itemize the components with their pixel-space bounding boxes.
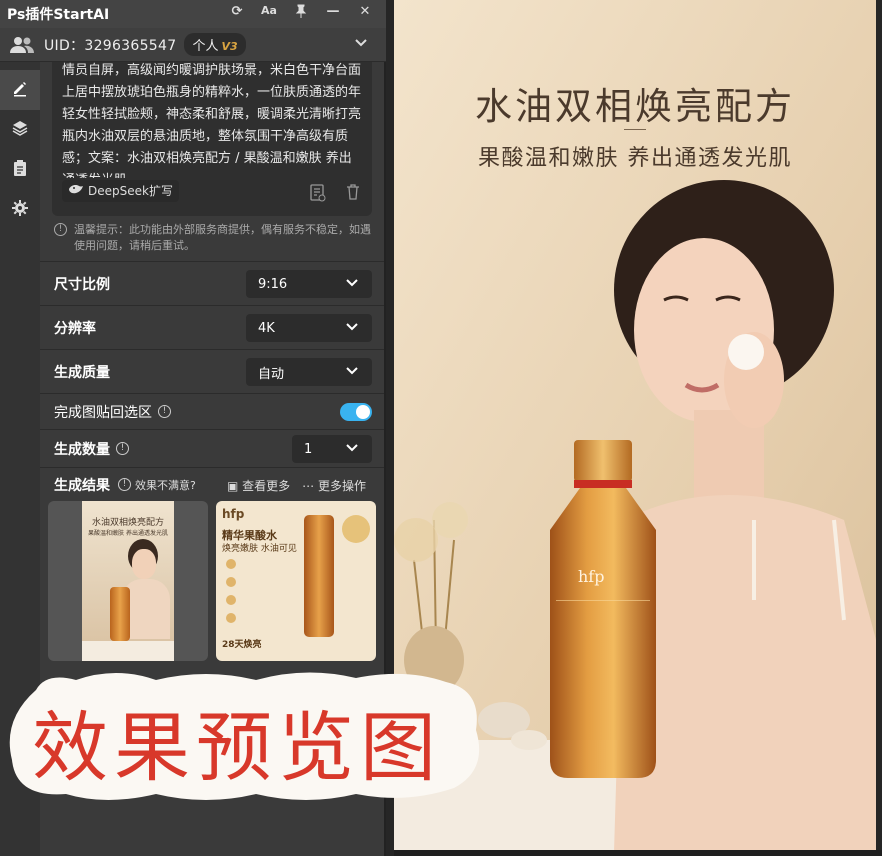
more-ops-link[interactable]: ⋯ 更多操作 bbox=[302, 477, 366, 494]
paste-back-label: 完成图贴回选区 bbox=[54, 404, 152, 421]
notice-text: 温馨提示：此功能由外部服务商提供，偶有服务不稳定，如遇使用问题，请稍后重试。 bbox=[74, 223, 371, 252]
nav-settings[interactable] bbox=[0, 190, 40, 230]
resolution-select[interactable]: 4K bbox=[246, 314, 372, 342]
thumb-1-title: 水油双相焕亮配方 bbox=[91, 518, 164, 528]
deepseek-expand-button[interactable]: DeepSeek扩写 bbox=[62, 180, 179, 202]
chevron-down-icon bbox=[346, 364, 358, 378]
count-select[interactable]: 1 bbox=[292, 435, 372, 463]
ratio-row: 尺寸比例 9:16 bbox=[40, 261, 384, 305]
thumb-1-bottle bbox=[110, 587, 130, 641]
quality-value: 自动 bbox=[258, 366, 285, 382]
bottle-brand: hfp bbox=[578, 567, 604, 586]
count-row: 生成数量 ! 1 bbox=[40, 429, 384, 467]
preview-title: 水油双相焕亮配方 bbox=[475, 85, 795, 128]
ratio-select[interactable]: 9:16 bbox=[246, 270, 372, 298]
thumb-1-subtitle: 果酸温和嫩肤 养出通透发光肌 bbox=[88, 530, 168, 537]
thumb-2-brand: hfp bbox=[222, 507, 245, 521]
resolution-value: 4K bbox=[258, 320, 275, 336]
chevron-down-icon[interactable] bbox=[354, 36, 368, 52]
result-thumbnail-2[interactable]: hfp 精华果酸水 焕亮嫩肤 水油可见 28天焕亮 bbox=[216, 501, 376, 661]
thumb-2-feature-dot bbox=[226, 595, 236, 605]
view-more-link[interactable]: ▣ 查看更多 bbox=[227, 477, 290, 494]
preview-label-text: 效果预览图 bbox=[32, 703, 442, 792]
font-size-icon[interactable]: Aa bbox=[260, 4, 278, 22]
results-bar: 生成结果 ! 效果不满意? ▣ 查看更多 ⋯ 更多操作 bbox=[40, 467, 384, 501]
users-icon bbox=[10, 35, 34, 55]
resolution-label: 分辨率 bbox=[54, 320, 96, 337]
ellipsis-icon: ⋯ bbox=[302, 479, 315, 493]
preview-label-overlay: 效果预览图 bbox=[6, 670, 484, 804]
count-value: 1 bbox=[304, 441, 313, 457]
prompt-actions bbox=[310, 184, 360, 209]
service-notice: ! 温馨提示：此功能由外部服务商提供，偶有服务不稳定，如遇使用问题，请稍后重试。 bbox=[54, 222, 374, 254]
preview-subtitle: 果酸温和嫩肤 养出通透发光肌 bbox=[478, 146, 792, 171]
clipboard-icon bbox=[12, 159, 28, 181]
history-icon[interactable] bbox=[310, 184, 326, 209]
user-bar[interactable]: UID：3296365547 个人 V3 bbox=[0, 28, 386, 62]
refresh-icon[interactable]: ⟳ bbox=[228, 4, 246, 22]
info-icon[interactable]: ! bbox=[116, 442, 129, 455]
info-icon[interactable]: ! bbox=[158, 405, 171, 418]
results-hint[interactable]: 效果不满意? bbox=[135, 477, 196, 493]
thumb-2-feature-dot bbox=[226, 559, 236, 569]
pin-icon[interactable] bbox=[292, 4, 310, 22]
plan-badge: 个人 V3 bbox=[184, 33, 246, 56]
title-bar-icons: ⟳ Aa — ✕ bbox=[228, 4, 374, 22]
chevron-down-icon bbox=[346, 441, 358, 455]
thumb-2-subtitle: 焕亮嫩肤 水油可见 bbox=[222, 544, 297, 554]
gear-icon bbox=[11, 199, 29, 221]
pencil-icon bbox=[11, 79, 29, 101]
quality-label: 生成质量 bbox=[54, 364, 110, 381]
results-links: ▣ 查看更多 ⋯ 更多操作 bbox=[227, 477, 366, 494]
ratio-value: 9:16 bbox=[258, 276, 288, 292]
user-id: UID：3296365547 bbox=[44, 37, 177, 54]
thumb-2-badge: 28天焕亮 bbox=[222, 640, 262, 650]
plan-level: V3 bbox=[221, 40, 238, 53]
paste-back-row: 完成图贴回选区 ! bbox=[40, 393, 384, 429]
plan-name: 个人 bbox=[192, 39, 219, 54]
thumb-1-table bbox=[82, 641, 174, 661]
resolution-row: 分辨率 4K bbox=[40, 305, 384, 349]
title-bar: Ps插件StartAI ⟳ Aa — ✕ bbox=[0, 0, 386, 28]
result-thumbnail-1[interactable]: 水油双相焕亮配方 果酸温和嫩肤 养出通透发光肌 bbox=[48, 501, 208, 661]
preview-scrollbar[interactable] bbox=[394, 850, 882, 856]
layers-icon bbox=[11, 119, 29, 141]
thumb-2-feature-dot bbox=[226, 577, 236, 587]
ratio-label: 尺寸比例 bbox=[54, 276, 110, 293]
minimize-icon[interactable]: — bbox=[324, 4, 342, 22]
count-label: 生成数量 bbox=[54, 441, 110, 458]
trash-icon[interactable] bbox=[346, 184, 360, 209]
thumb-2-bottle bbox=[304, 515, 334, 637]
results-label: 生成结果 bbox=[54, 477, 110, 494]
nav-layers[interactable] bbox=[0, 110, 40, 150]
thumb-2-seal bbox=[342, 515, 370, 543]
preview-divider bbox=[624, 129, 646, 130]
close-icon[interactable]: ✕ bbox=[356, 4, 374, 22]
info-icon: ! bbox=[54, 223, 67, 236]
thumb-2-feature-dot bbox=[226, 613, 236, 623]
thumb-image-1: 水油双相焕亮配方 果酸温和嫩肤 养出通透发光肌 bbox=[82, 501, 174, 661]
thumb-1-woman-face bbox=[132, 549, 156, 579]
chevron-down-icon bbox=[346, 276, 358, 290]
quality-select[interactable]: 自动 bbox=[246, 358, 372, 386]
nav-tasks[interactable] bbox=[0, 150, 40, 190]
paste-back-toggle[interactable] bbox=[340, 403, 372, 421]
gallery-icon: ▣ bbox=[226, 479, 239, 493]
quality-row: 生成质量 自动 bbox=[40, 349, 384, 393]
view-more-label: 查看更多 bbox=[242, 479, 291, 493]
chevron-down-icon bbox=[346, 320, 358, 334]
prompt-text[interactable]: 情员自屏，高级闻约暖调护肤场景，米白色干净台面上居中摆放琥珀色瓶身的精粹水，一位… bbox=[62, 62, 362, 178]
info-icon[interactable]: ! bbox=[118, 478, 131, 491]
deepseek-expand-label: DeepSeek扩写 bbox=[88, 184, 173, 198]
deepseek-icon bbox=[68, 180, 84, 202]
app-title: Ps插件StartAI bbox=[7, 7, 110, 23]
nav-edit[interactable] bbox=[0, 70, 40, 110]
more-ops-label: 更多操作 bbox=[317, 479, 366, 493]
prompt-box[interactable]: 情员自屏，高级闻约暖调护肤场景，米白色干净台面上居中摆放琥珀色瓶身的精粹水，一位… bbox=[52, 62, 372, 216]
